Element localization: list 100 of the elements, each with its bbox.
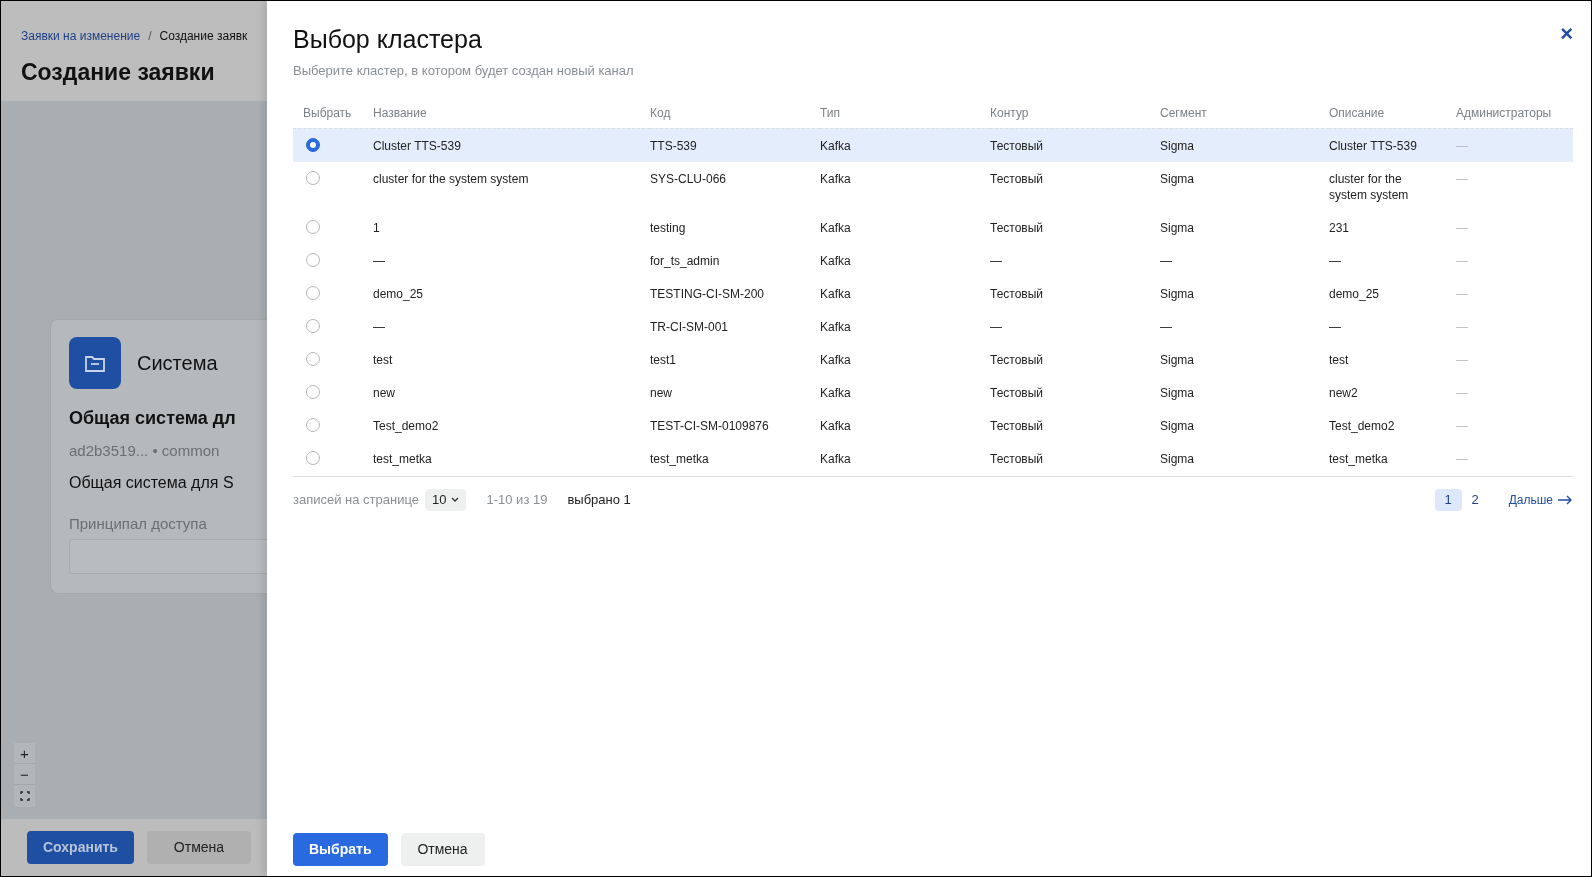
field-label: Принципал доступа xyxy=(69,513,208,534)
table-cell: Kafka xyxy=(820,286,851,301)
next-page-link[interactable]: Дальше xyxy=(1508,490,1573,509)
table-cell: — xyxy=(373,319,385,334)
zoom-out-button[interactable]: − xyxy=(14,764,35,785)
table-cell: — xyxy=(1456,286,1468,301)
table-cell: 1 xyxy=(373,220,380,235)
access-principal-field[interactable] xyxy=(69,539,267,574)
table-cell: Sigma xyxy=(1160,352,1194,367)
radio-button[interactable] xyxy=(306,351,320,366)
table-row[interactable]: cluster for the system system SYS-CLU-066 Kafka Тестовый Sigma cluster for the system system — xyxy=(293,161,1573,211)
table-row[interactable]: Test_demo2 TEST-CI-SM-0109876 Kafka Тестовый Sigma Test_demo2 — xyxy=(293,408,1573,442)
close-button[interactable]: × xyxy=(1560,23,1573,45)
table-cell: Kafka xyxy=(820,138,851,153)
table-cell: — xyxy=(1456,138,1468,153)
radio-button[interactable] xyxy=(306,252,320,267)
zoom-in-button[interactable]: + xyxy=(14,743,35,764)
table-cell: Тестовый xyxy=(990,171,1044,186)
table-cell: Sigma xyxy=(1160,385,1194,400)
table-cell: Sigma xyxy=(1160,171,1194,186)
table-cell: testing xyxy=(650,220,686,235)
per-page-select[interactable]: 10 xyxy=(425,488,467,511)
table-cell: — xyxy=(1456,171,1468,186)
radio-button[interactable] xyxy=(306,318,320,333)
radio-button[interactable] xyxy=(306,450,320,465)
table-cell: — xyxy=(1329,253,1341,268)
table-row[interactable]: — TR-CI-SM-001 Kafka — — — — xyxy=(293,309,1573,343)
page-title: Создание заявки xyxy=(21,58,216,87)
table-cell: Kafka xyxy=(820,352,851,367)
table-cell: new xyxy=(650,385,672,400)
table-cell: TR-CI-SM-001 xyxy=(650,319,728,334)
table-cell: — xyxy=(990,319,1002,334)
table-cell: 231 xyxy=(1329,220,1350,235)
page-button[interactable]: 2 xyxy=(1461,488,1489,511)
table-cell: test xyxy=(1329,352,1349,367)
table-cell: Sigma xyxy=(1160,138,1194,153)
cancel-button[interactable]: Отмена xyxy=(146,831,251,864)
column-header: Контур xyxy=(990,105,1029,120)
table-cell: test_metka xyxy=(373,451,432,466)
table-cell: TESTING-CI-SM-200 xyxy=(650,286,764,301)
breadcrumb-link[interactable]: Заявки на изменение xyxy=(21,27,141,45)
table-row[interactable]: 1 testing Kafka Тестовый Sigma 231 — xyxy=(293,210,1573,244)
table-cell: — xyxy=(1456,352,1468,367)
table-cell: TTS-539 xyxy=(650,138,697,153)
table-cell: SYS-CLU-066 xyxy=(650,171,727,186)
column-header: Сегмент xyxy=(1160,105,1207,120)
table-row[interactable]: demo_25 TESTING-CI-SM-200 Kafka Тестовый Sigma demo_25 — xyxy=(293,276,1573,310)
drawer-subtitle: Выберите кластер, в котором будет создан новый канал xyxy=(293,61,634,80)
table-cell: — xyxy=(1160,253,1172,268)
table-cell: — xyxy=(1456,385,1468,400)
radio-button[interactable] xyxy=(306,219,320,234)
folder-icon xyxy=(69,337,121,389)
radio-button[interactable] xyxy=(306,137,320,152)
system-name: Общая система дл xyxy=(69,407,237,430)
table-cell: Kafka xyxy=(820,253,851,268)
table-cell: Kafka xyxy=(820,451,851,466)
table-cell: Тестовый xyxy=(990,352,1044,367)
system-meta: ad2b3519... • common xyxy=(69,441,221,461)
table-cell: demo_25 xyxy=(373,286,424,301)
table-cell: Тестовый xyxy=(990,138,1044,153)
table-cell: — xyxy=(1456,220,1468,235)
arrow-right-icon xyxy=(1557,494,1573,505)
table-cell: Тестовый xyxy=(990,385,1044,400)
table-cell: — xyxy=(373,253,385,268)
page-range: 1-10 из 19 xyxy=(486,490,548,509)
table-cell: Cluster TTS-539 xyxy=(1329,138,1417,153)
table-cell: cluster for the system system xyxy=(1329,171,1409,202)
table-cell: — xyxy=(1456,451,1468,466)
table-cell: test1 xyxy=(650,352,676,367)
card-type-label: Система xyxy=(137,351,218,376)
table-cell: Kafka xyxy=(820,319,851,334)
table-cell: Тестовый xyxy=(990,451,1044,466)
table-cell: Sigma xyxy=(1160,286,1194,301)
table-cell: — xyxy=(1329,319,1341,334)
table-row[interactable]: test_metka test_metka Kafka Тестовый Sigma test_metka — xyxy=(293,441,1573,475)
radio-button[interactable] xyxy=(306,170,320,185)
table-cell: Kafka xyxy=(820,220,851,235)
table-row[interactable]: — for_ts_admin Kafka — — — — xyxy=(293,243,1573,277)
column-header: Тип xyxy=(820,105,840,120)
page-button[interactable]: 1 xyxy=(1434,488,1462,511)
column-header: Выбрать xyxy=(303,105,352,120)
table-row[interactable]: test test1 Kafka Тестовый Sigma test — xyxy=(293,342,1573,376)
table-cell: cluster for the system system xyxy=(373,171,529,186)
table-cell: for_ts_admin xyxy=(650,253,720,268)
table-cell: Cluster TTS-539 xyxy=(373,138,461,153)
radio-button[interactable] xyxy=(306,285,320,300)
table-cell: Kafka xyxy=(820,385,851,400)
table-cell: — xyxy=(1456,319,1468,334)
table-cell: TEST-CI-SM-0109876 xyxy=(650,418,769,433)
primary-button[interactable]: Выбрать xyxy=(293,833,388,866)
cancel-button[interactable]: Отмена xyxy=(400,833,485,866)
radio-button[interactable] xyxy=(306,384,320,399)
breadcrumb-current: Создание заявк xyxy=(159,28,248,45)
table-row[interactable]: new new Kafka Тестовый Sigma new2 — xyxy=(293,375,1573,409)
primary-button[interactable]: Сохранить xyxy=(27,831,134,864)
system-description: Общая система для S xyxy=(69,472,235,493)
radio-button[interactable] xyxy=(306,417,320,432)
breadcrumb-separator: / xyxy=(148,28,152,45)
table-cell: Тестовый xyxy=(990,220,1044,235)
table-cell: Test_demo2 xyxy=(373,418,439,433)
